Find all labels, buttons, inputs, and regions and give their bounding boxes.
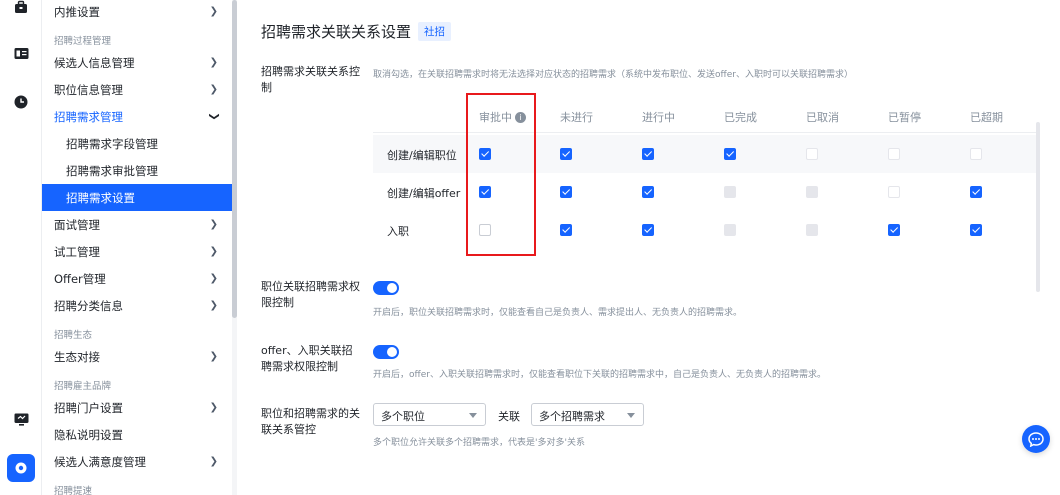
relation-cardinality-desc: 多个职位允许关联多个招聘需求，代表是'多对多'关系 <box>373 438 585 448</box>
chevron-right-icon: ❯ <box>209 456 218 467</box>
chat-support-button[interactable] <box>1022 425 1050 453</box>
column-header-cancelled: 已取消 <box>806 111 839 124</box>
chevron-right-icon: ❯ <box>209 351 218 362</box>
nav-item-ecosystem[interactable]: 生态对接 ❯ <box>42 343 232 370</box>
settings-sidebar: 内推设置 ❯ 招聘过程管理 候选人信息管理 ❯ 职位信息管理 ❯ 招聘需求管理 ❯ 招聘… <box>42 0 232 495</box>
nav-item-offer[interactable]: Offer管理 ❯ <box>42 265 232 292</box>
status-checkbox <box>970 148 982 160</box>
column-header-paused: 已暂停 <box>888 111 921 124</box>
chevron-right-icon: ❯ <box>209 246 218 257</box>
position-permission-label: 职位关联招聘需求权限控制 <box>261 280 360 309</box>
position-permission-desc: 开启后，职位关联招聘需求时，仅能查看自己是负责人、需求提出人、无负责人的招聘需求… <box>373 308 743 318</box>
status-checkbox[interactable] <box>888 224 900 236</box>
offer-onboard-permission-label: offer、入职关联招聘需求权限控制 <box>261 344 353 373</box>
nav-item-referral-settings[interactable]: 内推设置 ❯ <box>42 0 232 25</box>
chevron-right-icon: ❯ <box>209 6 218 17</box>
nav-item-category-info[interactable]: 招聘分类信息 ❯ <box>42 292 232 319</box>
nav-subitem-requirement-fields[interactable]: 招聘需求字段管理 <box>42 130 232 157</box>
briefcase-icon[interactable] <box>10 0 32 18</box>
caret-down-icon <box>469 413 477 418</box>
row-label: 创建/编辑offer <box>387 187 461 200</box>
column-header-overdue: 已超期 <box>970 111 1003 124</box>
app-rail <box>0 0 42 495</box>
nav-item-candidate-info[interactable]: 候选人信息管理 ❯ <box>42 49 232 76</box>
position-permission-toggle[interactable] <box>373 281 399 295</box>
relation-word: 关联 <box>498 410 520 423</box>
requirement-relation-control-label: 招聘需求关联关系控制 <box>261 65 360 94</box>
status-checkbox[interactable] <box>560 224 572 236</box>
page-title: 招聘需求关联关系设置 <box>261 23 412 41</box>
recruitment-type-tag: 社招 <box>418 22 451 41</box>
caret-down-icon <box>627 413 635 418</box>
nav-item-portal-settings[interactable]: 招聘门户设置 ❯ <box>42 394 232 421</box>
status-checkbox <box>888 148 900 160</box>
chevron-right-icon: ❯ <box>209 402 218 413</box>
id-card-icon[interactable] <box>10 42 32 64</box>
nav-subitem-requirement-approval[interactable]: 招聘需求审批管理 <box>42 157 232 184</box>
nav-subitem-requirement-settings[interactable]: 招聘需求设置 <box>42 184 232 211</box>
clock-icon[interactable] <box>10 91 32 113</box>
status-checkbox <box>888 186 900 198</box>
status-checkbox[interactable] <box>642 224 654 236</box>
status-checkbox <box>806 186 818 198</box>
monitor-icon[interactable] <box>10 409 32 431</box>
chevron-right-icon: ❯ <box>209 57 218 68</box>
column-header-in-progress: 进行中 <box>642 111 675 124</box>
main-scrollbar[interactable] <box>1036 122 1040 292</box>
position-count-select[interactable]: 多个职位 <box>373 403 486 426</box>
nav-item-trial-work[interactable]: 试工管理 ❯ <box>42 238 232 265</box>
status-checkbox <box>806 148 818 160</box>
chevron-down-icon: ❯ <box>208 112 220 121</box>
chevron-right-icon: ❯ <box>209 84 218 95</box>
settings-icon[interactable] <box>7 454 35 482</box>
row-label: 创建/编辑职位 <box>387 149 457 162</box>
main-panel: 招聘需求关联关系设置 社招 招聘需求关联关系控制 取消勾选，在关联招聘需求时将无… <box>237 0 1060 495</box>
status-checkbox[interactable] <box>642 186 654 198</box>
chevron-right-icon: ❯ <box>209 219 218 230</box>
nav-group-label: 招聘过程管理 <box>54 36 112 47</box>
column-header-completed: 已完成 <box>724 111 757 124</box>
status-checkbox[interactable] <box>560 148 572 160</box>
status-checkbox[interactable] <box>970 224 982 236</box>
highlight-box <box>466 93 536 256</box>
nav-item-interview[interactable]: 面试管理 ❯ <box>42 211 232 238</box>
nav-item-requirement-management[interactable]: 招聘需求管理 ❯ <box>42 103 232 130</box>
nav-item-position-info[interactable]: 职位信息管理 ❯ <box>42 76 232 103</box>
nav-group-label: 招聘提速 <box>54 486 93 495</box>
nav-item-privacy-settings[interactable]: 隐私说明设置 <box>42 421 232 448</box>
relation-cardinality-label: 职位和招聘需求的关联关系管控 <box>261 407 360 436</box>
nav-group-label: 招聘雇主品牌 <box>54 381 112 392</box>
requirement-relation-control-desc: 取消勾选，在关联招聘需求时将无法选择对应状态的招聘需求（系统中发布职位、发送of… <box>373 70 853 80</box>
nav-group-label: 招聘生态 <box>54 330 93 341</box>
chevron-right-icon: ❯ <box>209 300 218 311</box>
status-checkbox[interactable] <box>724 148 736 160</box>
requirement-count-select[interactable]: 多个招聘需求 <box>531 403 644 426</box>
status-checkbox[interactable] <box>970 186 982 198</box>
column-header-not-started: 未进行 <box>560 111 593 124</box>
offer-onboard-permission-toggle[interactable] <box>373 345 399 359</box>
chat-bubble-icon <box>1028 431 1044 447</box>
status-checkbox <box>806 224 818 236</box>
chevron-right-icon: ❯ <box>209 273 218 284</box>
offer-onboard-permission-desc: 开启后，offer、入职关联招聘需求时，仅能查看职位下关联的招聘需求中，自己是负… <box>373 370 826 380</box>
status-checkbox <box>724 186 736 198</box>
status-checkbox[interactable] <box>642 148 654 160</box>
row-label: 入职 <box>387 225 409 238</box>
status-checkbox <box>724 224 736 236</box>
status-checkbox[interactable] <box>560 186 572 198</box>
nav-item-satisfaction[interactable]: 候选人满意度管理 ❯ <box>42 448 232 475</box>
